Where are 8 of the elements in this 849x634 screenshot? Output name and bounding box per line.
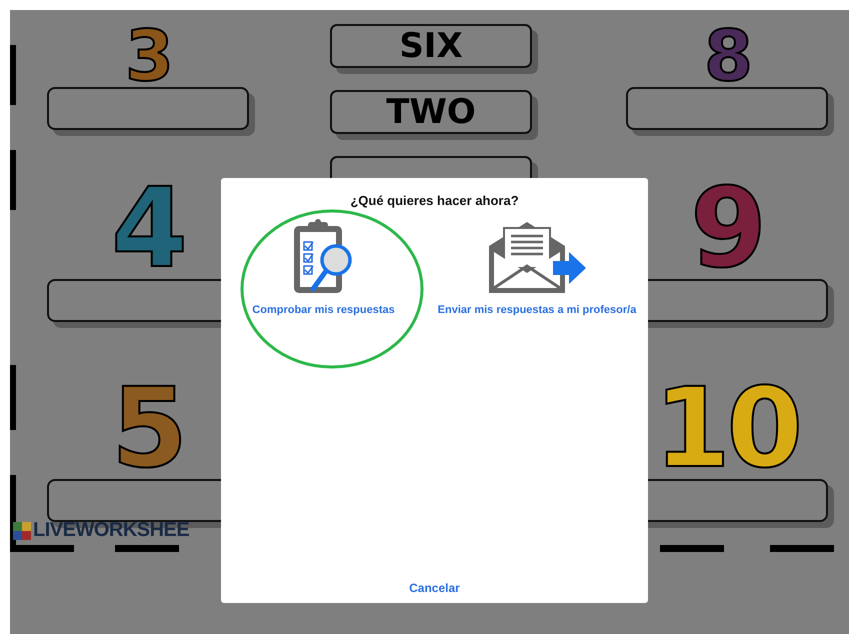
cartoon-numeral: 9	[690, 173, 763, 283]
cartoon-numeral: 4	[111, 173, 184, 283]
dialog-title: ¿Qué quieres hacer ahora?	[350, 193, 519, 208]
cartoon-numeral: 8	[704, 21, 749, 91]
cartoon-numeral: 5	[111, 373, 184, 483]
cartoon-numeral: 3	[125, 21, 170, 91]
cartoon-numeral: 10	[654, 373, 800, 483]
logo-text: LIVEWORKSHEE	[33, 519, 190, 542]
